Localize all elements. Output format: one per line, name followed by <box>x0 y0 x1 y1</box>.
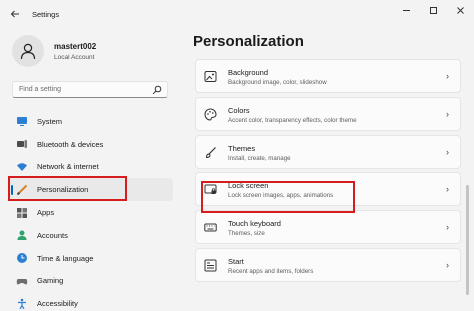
time-language-icon <box>16 252 28 264</box>
maximize-button[interactable] <box>420 0 447 20</box>
user-icon <box>20 43 36 60</box>
sidebar-item-label: Personalization <box>37 185 89 195</box>
sidebar-item-label: Time & language <box>37 253 94 263</box>
themes-brush-icon <box>204 146 217 159</box>
card-subtitle: Lock screen images, apps, animations <box>228 192 334 200</box>
window-controls <box>393 0 474 20</box>
sidebar-item-accounts[interactable]: Accounts <box>8 224 173 247</box>
start-icon <box>204 259 217 272</box>
back-arrow-icon <box>10 10 19 18</box>
scrollbar[interactable] <box>466 185 469 295</box>
sidebar-item-network-internet[interactable]: Network & internet <box>8 156 173 179</box>
minimize-icon <box>403 9 410 11</box>
account-type: Local Account <box>54 54 95 61</box>
chevron-right-icon: › <box>446 259 449 270</box>
title-bar: Settings <box>0 0 474 30</box>
sidebar-item-label: System <box>37 116 63 126</box>
card-title: Themes <box>228 143 256 153</box>
active-indicator <box>11 185 13 196</box>
card-touch-keyboard[interactable]: Touch keyboard Themes, size › <box>195 210 461 245</box>
apps-icon <box>16 207 28 219</box>
close-icon <box>457 6 464 14</box>
card-lock-screen[interactable]: Lock screen Lock screen images, apps, an… <box>195 172 461 207</box>
personalization-icon <box>16 184 28 196</box>
chevron-right-icon: › <box>446 222 449 233</box>
keyboard-icon <box>204 221 217 234</box>
sidebar-item-label: Bluetooth & devices <box>37 139 104 149</box>
gaming-icon <box>16 275 28 287</box>
user-name: mastert002 <box>54 42 97 51</box>
back-button[interactable] <box>7 6 23 22</box>
sidebar-item-label: Gaming <box>37 276 64 286</box>
accounts-icon <box>16 229 28 241</box>
settings-card-list: Background Background image, color, slid… <box>195 59 461 286</box>
chevron-right-icon: › <box>446 184 449 195</box>
network-icon <box>16 161 28 173</box>
avatar <box>12 35 44 67</box>
app-title: Settings <box>32 10 60 19</box>
search-placeholder: Find a setting <box>19 86 62 93</box>
accessibility-icon <box>16 298 28 310</box>
sidebar-item-system[interactable]: System <box>8 110 173 133</box>
card-themes[interactable]: Themes Install, create, manage › <box>195 134 461 169</box>
sidebar-item-label: Apps <box>37 208 55 218</box>
chevron-right-icon: › <box>446 108 449 119</box>
sidebar-item-time-language[interactable]: Time & language <box>8 247 173 270</box>
card-title: Colors <box>228 105 250 115</box>
sidebar-item-apps[interactable]: Apps <box>8 201 173 224</box>
close-button[interactable] <box>447 0 474 20</box>
page-title: Personalization <box>193 33 304 50</box>
search-icon[interactable] <box>152 85 162 95</box>
lock-screen-icon <box>204 183 217 196</box>
card-title: Touch keyboard <box>228 219 281 229</box>
card-colors[interactable]: Colors Accent color, transparency effect… <box>195 96 461 131</box>
chevron-right-icon: › <box>446 146 449 157</box>
card-subtitle: Recent apps and items, folders <box>228 267 314 275</box>
sidebar-item-label: Network & internet <box>37 162 99 172</box>
maximize-icon <box>430 6 437 14</box>
palette-icon <box>204 108 217 121</box>
bluetooth-icon <box>16 138 28 150</box>
background-icon <box>204 70 217 83</box>
sidebar-item-label: Accessibility <box>37 299 78 309</box>
sidebar-item-label: Accounts <box>37 230 68 240</box>
card-title: Background <box>228 68 269 77</box>
card-background[interactable]: Background Background image, color, slid… <box>195 59 461 93</box>
card-subtitle: Themes, size <box>228 230 265 238</box>
sidebar-item-bluetooth-devices[interactable]: Bluetooth & devices <box>8 133 173 156</box>
card-subtitle: Background image, color, slideshow <box>228 79 327 86</box>
user-profile[interactable]: mastert002 Local Account <box>12 35 172 67</box>
card-subtitle: Accent color, transparency effects, colo… <box>228 116 357 124</box>
card-start[interactable]: Start Recent apps and items, folders › <box>195 247 461 282</box>
sidebar-item-gaming[interactable]: Gaming <box>8 270 173 293</box>
card-subtitle: Install, create, manage <box>228 154 291 162</box>
sidebar-nav: System Bluetooth & devices Network & int… <box>8 110 173 311</box>
minimize-button[interactable] <box>393 0 420 20</box>
card-title: Lock screen <box>228 181 269 191</box>
search-input[interactable]: Find a setting <box>12 81 168 98</box>
sidebar-item-personalization[interactable]: Personalization <box>8 178 173 202</box>
sidebar-item-accessibility[interactable]: Accessibility <box>8 292 173 311</box>
system-icon <box>16 115 28 127</box>
card-title: Start <box>228 256 244 266</box>
chevron-right-icon: › <box>446 71 449 81</box>
